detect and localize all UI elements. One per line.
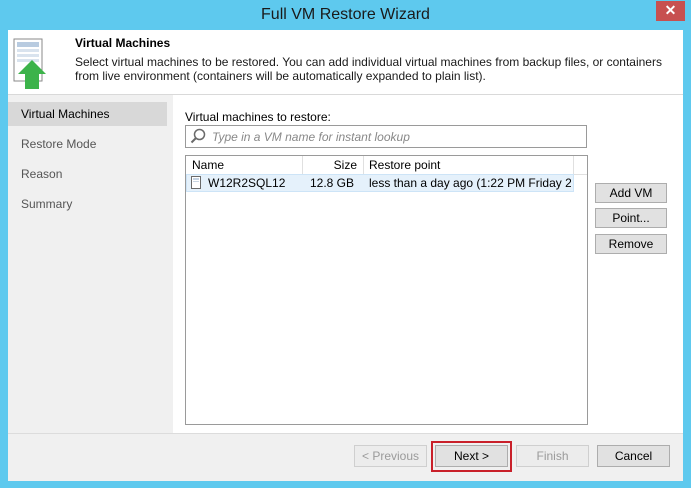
table-row[interactable]: W12R2SQL12 12.8 GB less than a day ago (… [186, 174, 574, 192]
finish-button[interactable]: Finish [516, 445, 589, 467]
page-title: Virtual Machines [75, 36, 171, 50]
wizard-steps: Virtual Machines Restore Mode Reason Sum… [8, 95, 167, 433]
close-button[interactable]: ✕ [656, 1, 685, 21]
point-button[interactable]: Point... [595, 208, 667, 228]
wizard-client: Virtual Machines Select virtual machines… [8, 30, 683, 481]
wizard-footer: < Previous Next > Finish Cancel [8, 433, 683, 481]
page-description: Select virtual machines to be restored. … [75, 55, 662, 83]
window-title: Full VM Restore Wizard [261, 6, 430, 23]
table-header: Name Size Restore point [186, 156, 587, 175]
vm-size-cell: 12.8 GB [309, 176, 354, 190]
search-box [185, 125, 587, 148]
column-header-size[interactable]: Size [303, 156, 364, 174]
close-icon: ✕ [664, 2, 677, 18]
column-header-name[interactable]: Name [186, 156, 303, 174]
vm-search-input[interactable] [210, 127, 584, 147]
add-vm-button[interactable]: Add VM [595, 183, 667, 203]
step-reason[interactable]: Reason [8, 162, 167, 186]
scrollbar[interactable] [575, 156, 587, 174]
step-summary[interactable]: Summary [8, 192, 167, 216]
previous-button[interactable]: < Previous [354, 445, 427, 467]
main-panel: Virtual machines to restore: Name Size R… [173, 95, 683, 433]
wizard-window: Full VM Restore Wizard ✕ Virtual Machine… [0, 0, 691, 488]
vm-list-label: Virtual machines to restore: [185, 110, 331, 124]
cancel-button[interactable]: Cancel [597, 445, 670, 467]
wizard-header: Virtual Machines Select virtual machines… [8, 30, 683, 95]
restore-vm-icon [13, 38, 46, 89]
step-virtual-machines[interactable]: Virtual Machines [8, 102, 167, 126]
remove-button[interactable]: Remove [595, 234, 667, 254]
vm-icon [191, 176, 201, 189]
step-restore-mode[interactable]: Restore Mode [8, 132, 167, 156]
title-bar[interactable]: Full VM Restore Wizard ✕ [0, 0, 691, 30]
search-icon [190, 128, 206, 144]
vm-name-cell: W12R2SQL12 [208, 176, 286, 190]
next-button[interactable]: Next > [435, 445, 508, 467]
column-header-restore-point[interactable]: Restore point [364, 156, 574, 174]
vm-restore-point-cell: less than a day ago (1:22 PM Friday 2/5.… [369, 176, 571, 190]
vm-table: Name Size Restore point W12R2SQL12 12.8 … [185, 155, 588, 425]
